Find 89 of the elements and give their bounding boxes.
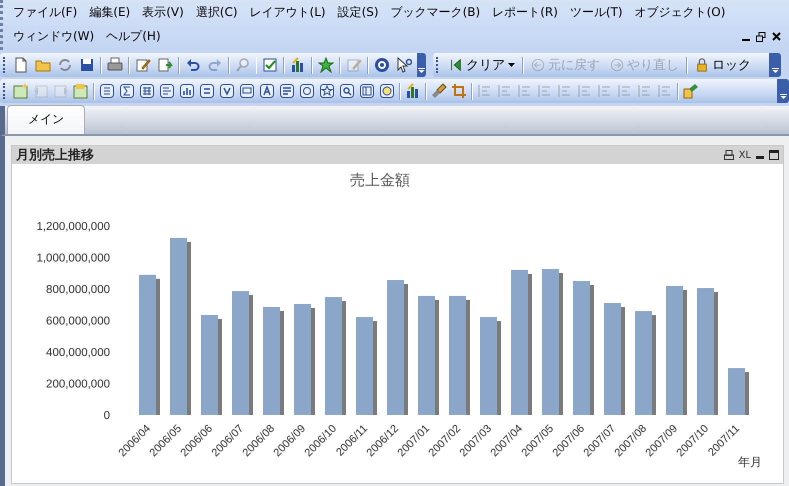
menu-item[interactable]: 表示(V) (142, 3, 184, 22)
align-icon (617, 83, 633, 99)
checkbox-icon (262, 57, 278, 73)
lock-icon (695, 57, 709, 73)
bar (728, 368, 749, 415)
align-icon (537, 83, 553, 99)
menu-item[interactable]: 選択(C) (196, 3, 238, 22)
edit-icon (346, 57, 362, 73)
y-tick-label: 400,000,000 (46, 347, 110, 359)
lock-button[interactable]: ロック (690, 54, 756, 76)
sum-icon (119, 83, 135, 99)
chart-title: 売上金額 (350, 172, 410, 189)
move-left-icon (33, 83, 49, 99)
align-icon (597, 83, 613, 99)
export-icon (156, 57, 173, 73)
y-tick-label: 1,000,000,000 (36, 252, 110, 264)
menu-item[interactable]: ツール(T) (570, 3, 623, 22)
caret-icon (508, 63, 515, 67)
statistics-box-icon (159, 83, 175, 99)
checkmark-icon (219, 83, 235, 99)
undo-icon (184, 57, 201, 73)
align-icon (517, 83, 533, 99)
new-sheet-icon (13, 83, 29, 99)
menu-item[interactable]: 設定(S) (338, 3, 379, 22)
bar-chart-icon (179, 83, 195, 99)
align-icon (657, 83, 673, 99)
list-box-icon (99, 83, 115, 99)
print-icon[interactable] (724, 150, 734, 160)
search-icon (234, 57, 251, 73)
undo-icon (531, 57, 545, 73)
lines-icon (279, 83, 295, 99)
align-icon (577, 83, 593, 99)
clear-icon (449, 57, 463, 73)
y-tick-label: 800,000,000 (46, 284, 110, 296)
menu-item[interactable]: オブジェクト(O) (634, 3, 726, 22)
table-icon (139, 83, 155, 99)
sheet-properties-icon (73, 83, 89, 99)
star-icon (318, 57, 334, 73)
menu-item[interactable]: ヘルプ(H) (106, 27, 161, 46)
align-icon (637, 83, 653, 99)
container-icon (359, 83, 375, 99)
menu-item[interactable]: ファイル(F) (13, 3, 78, 22)
new-document-icon (13, 57, 30, 73)
align-icon (497, 83, 513, 99)
align-icon (477, 83, 493, 99)
save-icon (79, 57, 96, 73)
toolbar-options-button[interactable] (777, 79, 789, 103)
menu-item[interactable]: レイアウト(L) (250, 3, 326, 22)
screen-icon (239, 83, 255, 99)
chevron-down-icon (418, 68, 425, 73)
pointer-help-icon (396, 57, 412, 73)
redo-icon (206, 57, 223, 73)
equals-icon (199, 83, 215, 99)
x-axis-title: 年月 (738, 455, 762, 469)
multibox-icon (299, 83, 315, 99)
y-tick-label: 600,000,000 (46, 316, 110, 328)
chevron-down-icon (780, 94, 786, 99)
close-icon[interactable] (772, 32, 781, 41)
chevron-down-icon (772, 68, 778, 73)
y-tick-label: 0 (104, 410, 110, 422)
export-excel-button[interactable]: XL (738, 150, 751, 160)
help-icon (374, 57, 390, 73)
move-right-icon (53, 83, 69, 99)
clear-button[interactable]: クリア (444, 54, 520, 76)
maximize-icon[interactable] (769, 150, 779, 160)
edit-icon (134, 57, 151, 73)
object-icon (683, 83, 699, 99)
tab[interactable]: メイン (7, 105, 85, 134)
star-icon (319, 83, 335, 99)
chart-wizard-icon (405, 83, 421, 99)
panel-title: 月別売上推移 (16, 147, 94, 164)
search-object-icon (339, 83, 355, 99)
y-tick-label: 200,000,000 (46, 378, 110, 390)
toolbar-options-button[interactable] (416, 53, 426, 77)
menu-item[interactable]: レポート(R) (492, 3, 558, 22)
reload-icon (57, 57, 74, 73)
toolbar-options-button[interactable] (769, 53, 781, 77)
redo-icon (610, 57, 624, 73)
align-icon (557, 83, 573, 99)
menu-item[interactable]: ウィンドウ(W) (13, 27, 94, 46)
restore-icon[interactable] (756, 32, 766, 42)
menu-item[interactable]: 編集(E) (89, 3, 130, 22)
text-object-icon (259, 83, 275, 99)
printer-icon (107, 57, 124, 73)
menu-item[interactable]: ブックマーク(B) (390, 3, 480, 22)
brush-icon (431, 83, 447, 99)
smiley-icon (379, 83, 395, 99)
y-tick-label: 1,200,000,000 (36, 221, 110, 233)
crop-icon (451, 83, 467, 99)
